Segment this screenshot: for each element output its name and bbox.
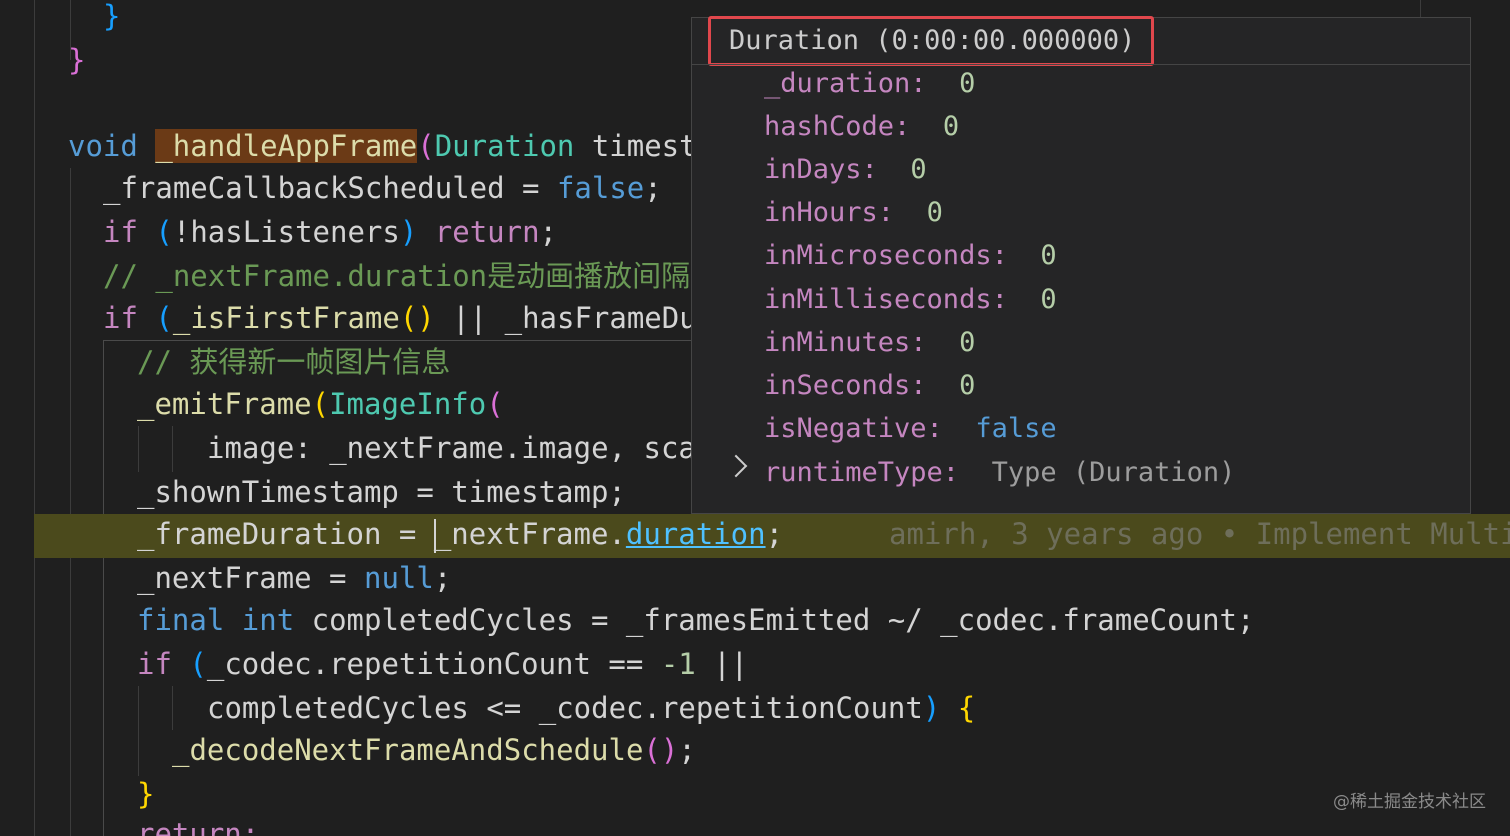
code-text: _frameDuration = [137, 517, 434, 551]
code-text: _nextFrame. [433, 517, 626, 551]
code-line[interactable]: _nextFrame = null; [0, 556, 1510, 600]
watermark: @稀土掘金技术社区 [1333, 792, 1486, 812]
hover-property[interactable]: inMilliseconds: 0 [764, 280, 1057, 320]
code-type: Duration [434, 129, 575, 163]
code-keyword: if [137, 647, 172, 681]
code-keyword: if [103, 215, 138, 249]
hover-property[interactable]: inHours: 0 [764, 193, 943, 233]
property-key: runtimeType: [764, 457, 960, 488]
code-text: _codec.repetitionCount == [206, 647, 661, 681]
code-text: _shownTimestamp = timestamp; [137, 475, 626, 509]
code-line[interactable]: } [0, 772, 1510, 816]
code-keyword: null [363, 561, 434, 595]
property-value: 0 [959, 327, 976, 358]
code-text: !hasListeners [172, 215, 400, 249]
property-key: inMilliseconds: [764, 284, 1008, 315]
hover-title: Duration (0:00:00.000000) [708, 16, 1154, 66]
code-text: ; [433, 561, 452, 595]
code-text: ; [644, 171, 662, 205]
code-line[interactable]: _decodeNextFrameAndSchedule(); [0, 728, 1510, 772]
property-key: inSeconds: [764, 370, 927, 401]
property-key: inDays: [764, 154, 878, 185]
property-value: 0 [1040, 240, 1057, 271]
git-blame-annotation[interactable]: amirh, 3 years ago • Implement Multi [889, 517, 1510, 551]
code-keyword: false [556, 171, 645, 205]
code-keyword: return [434, 215, 540, 249]
duration-link[interactable]: duration [626, 517, 766, 551]
property-key: hashCode: [764, 111, 911, 142]
property-key: inMinutes: [764, 327, 927, 358]
code-text: ; [678, 733, 696, 767]
code-text: completedCycles <= _codec.repetitionCoun… [207, 691, 923, 725]
code-function-name: _handleAppFrame [155, 129, 418, 163]
property-key: inMicroseconds: [764, 240, 1008, 271]
code-text: timest [574, 129, 697, 163]
property-value: Type (Duration) [991, 457, 1236, 488]
code-text: || [695, 647, 749, 681]
code-text: image: _nextFrame.image, sca [207, 431, 696, 465]
hover-property[interactable]: inDays: 0 [764, 150, 927, 190]
code-function-call: _emitFrame [137, 387, 312, 421]
chevron-right-icon[interactable] [724, 454, 748, 478]
code-keyword: final [137, 603, 225, 637]
code-brace: } [103, 0, 121, 33]
code-brace: } [137, 777, 155, 811]
property-key: _duration: [764, 68, 927, 99]
property-value: 0 [910, 154, 927, 185]
code-paren: ( [189, 647, 207, 681]
property-value: 0 [942, 111, 960, 142]
code-editor[interactable]: } } void _handleAppFrame(Duration timest… [0, 0, 1510, 836]
code-function-call: _isFirstFrame [172, 301, 400, 335]
code-paren: ( [155, 301, 173, 335]
property-value: 0 [959, 370, 976, 401]
code-text: completedCycles = _framesEmitted ~/ _cod… [294, 603, 1255, 637]
code-paren: () [399, 301, 435, 335]
code-paren: ( [486, 387, 504, 421]
hover-property[interactable]: isNegative: false [764, 409, 1057, 449]
code-paren: ) [922, 691, 941, 725]
code-line[interactable]: final int completedCycles = _framesEmitt… [0, 598, 1510, 642]
code-number: -1 [660, 647, 696, 681]
hover-property[interactable]: hashCode: 0 [764, 107, 959, 147]
code-text: ; [765, 517, 784, 551]
debug-hover-widget[interactable]: Duration (0:00:00.000000) _duration: 0 h… [691, 16, 1471, 514]
code-comment: // 获得新一帧图片信息 [137, 345, 451, 379]
code-brace: { [957, 691, 976, 725]
property-key: inHours: [764, 197, 895, 228]
code-keyword: int [241, 603, 295, 637]
hover-property[interactable]: inSeconds: 0 [764, 366, 975, 406]
hover-property[interactable]: _duration: 0 [764, 64, 975, 104]
code-text: ; [539, 215, 558, 249]
hover-property-expandable[interactable]: runtimeType: Type (Duration) [764, 453, 1235, 493]
code-keyword: void [68, 129, 138, 163]
code-comment: // _nextFrame.duration是动画播放间隔, [103, 259, 708, 293]
property-value: 0 [1040, 284, 1057, 315]
property-value: false [975, 413, 1057, 444]
property-value: 0 [926, 197, 943, 228]
code-text: _nextFrame = [137, 561, 364, 595]
code-paren: ) [399, 215, 418, 249]
hover-property[interactable]: inMicroseconds: 0 [764, 236, 1057, 276]
code-paren: ( [311, 387, 330, 421]
code-brace: } [68, 43, 86, 77]
code-text: || _hasFrameDu [434, 301, 697, 335]
code-keyword: if [103, 301, 138, 335]
code-line[interactable]: return; [0, 812, 1510, 836]
code-paren: ( [417, 129, 435, 163]
code-line-current[interactable]: _frameDuration = _nextFrame.duration; ami… [0, 512, 1510, 556]
code-paren: () [643, 733, 679, 767]
code-paren: ( [155, 215, 173, 249]
property-key: isNegative: [764, 413, 943, 444]
code-line[interactable]: if (_codec.repetitionCount == -1 || [0, 642, 1510, 686]
property-value: 0 [959, 68, 976, 99]
code-keyword: return; [137, 817, 260, 836]
code-function-call: _decodeNextFrameAndSchedule [172, 733, 644, 767]
hover-property[interactable]: inMinutes: 0 [764, 323, 975, 363]
code-line[interactable]: completedCycles <= _codec.repetitionCoun… [0, 686, 1510, 730]
code-type: ImageInfo [329, 387, 487, 421]
code-text: _frameCallbackScheduled = [103, 171, 557, 205]
